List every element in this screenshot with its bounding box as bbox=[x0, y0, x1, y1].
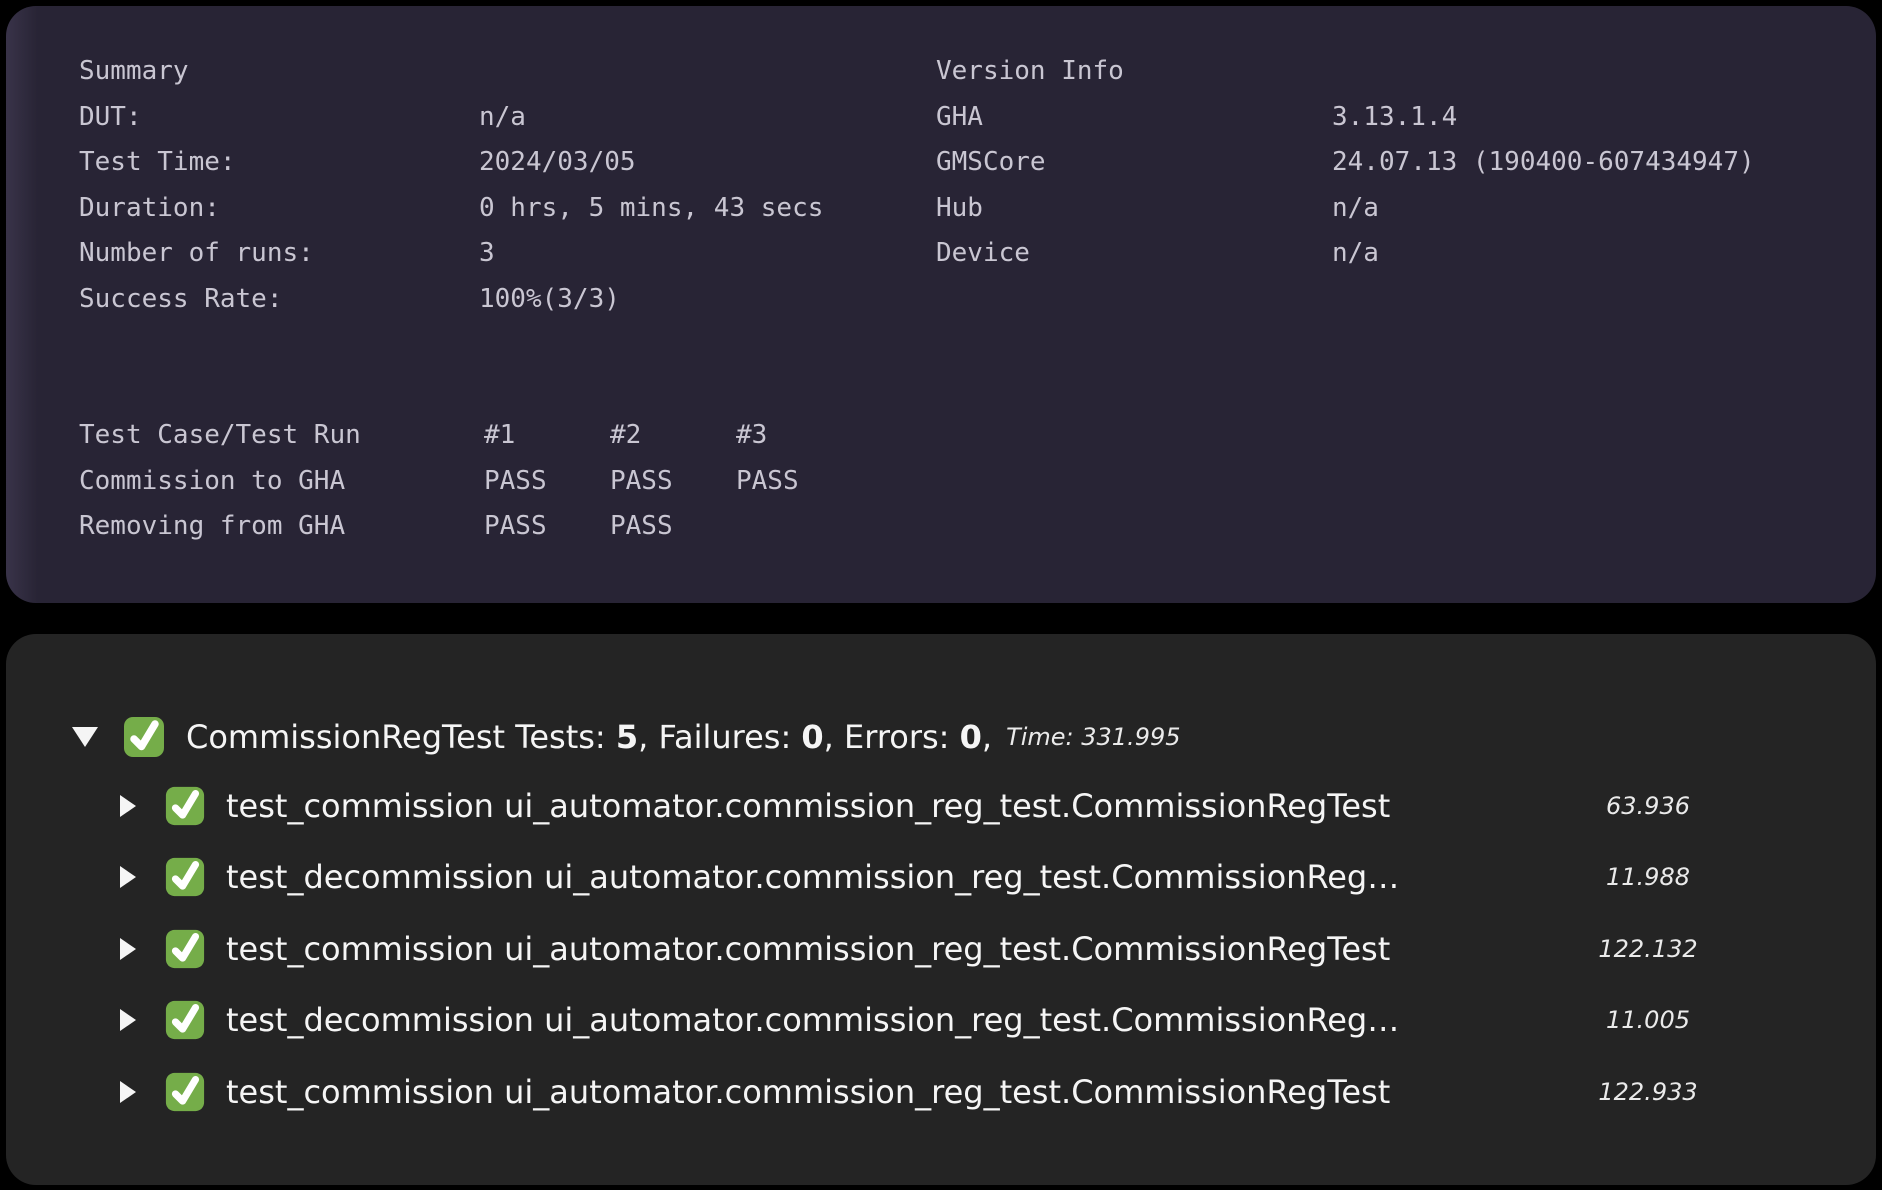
summary-label: Number of runs: bbox=[79, 231, 479, 277]
pass-check-icon bbox=[164, 928, 206, 970]
run-column-1: #1 bbox=[484, 413, 610, 459]
pass-check-icon bbox=[164, 1071, 206, 1113]
summary-label: DUT: bbox=[79, 95, 479, 141]
version-value: n/a bbox=[1332, 231, 1379, 277]
tests-count: 5 bbox=[616, 718, 638, 756]
summary-row-duration: Duration: 0 hrs, 5 mins, 43 secs bbox=[79, 186, 936, 232]
results-panel: CommissionRegTest Tests: 5, Failures: 0,… bbox=[6, 634, 1876, 1185]
summary-value: 100%(3/3) bbox=[479, 277, 620, 323]
test-row[interactable]: test_decommission ui_automator.commissio… bbox=[6, 842, 1876, 914]
test-row[interactable]: test_commission ui_automator.commission_… bbox=[6, 770, 1876, 842]
version-value: 24.07.13 (190400-607434947) bbox=[1332, 140, 1755, 186]
test-time: 11.005 bbox=[1588, 1006, 1708, 1034]
pass-check-icon bbox=[164, 999, 206, 1041]
pass-check-icon bbox=[164, 856, 206, 898]
summary-value: 3 bbox=[479, 231, 495, 277]
version-row-hub: Hub n/a bbox=[936, 186, 1876, 232]
version-label: Hub bbox=[936, 186, 1332, 232]
test-name: test_commission ui_automator.commission_… bbox=[226, 930, 1390, 968]
errors-count: 0 bbox=[960, 718, 982, 756]
test-row[interactable]: test_commission ui_automator.commission_… bbox=[6, 913, 1876, 985]
test-time: 122.933 bbox=[1588, 1078, 1708, 1106]
summary-row-number-of-runs: Number of runs: 3 bbox=[79, 231, 936, 277]
failures-count: 0 bbox=[801, 718, 823, 756]
version-value: n/a bbox=[1332, 186, 1379, 232]
test-name: test_decommission ui_automator.commissio… bbox=[226, 1001, 1399, 1039]
result-cell: PASS bbox=[610, 459, 736, 505]
version-label: GMSCore bbox=[936, 140, 1332, 186]
pass-check-icon bbox=[164, 785, 206, 827]
run-column-2: #2 bbox=[610, 413, 736, 459]
caret-down-icon[interactable] bbox=[72, 727, 98, 747]
summary-value: 2024/03/05 bbox=[479, 140, 636, 186]
version-row-gha: GHA 3.13.1.4 bbox=[936, 95, 1876, 141]
caret-right-icon[interactable] bbox=[120, 866, 136, 888]
version-info-section: Version Info GHA 3.13.1.4 GMSCore 24.07.… bbox=[936, 49, 1876, 322]
trailing-comma: , bbox=[982, 718, 992, 756]
summary-title: Summary bbox=[79, 49, 479, 95]
test-row[interactable]: test_commission ui_automator.commission_… bbox=[6, 1056, 1876, 1128]
run-table-row-removing: Removing from GHA PASS PASS bbox=[79, 504, 1876, 550]
version-label: Device bbox=[936, 231, 1332, 277]
summary-value: n/a bbox=[479, 95, 526, 141]
caret-right-icon[interactable] bbox=[120, 1009, 136, 1031]
screen-root: Summary DUT: n/a Test Time: 2024/03/05 D… bbox=[0, 0, 1882, 1190]
run-column-3: #3 bbox=[736, 413, 862, 459]
suite-header-row[interactable]: CommissionRegTest Tests: 5, Failures: 0,… bbox=[6, 704, 1876, 770]
tests-label: Tests: bbox=[505, 718, 616, 756]
summary-section: Summary DUT: n/a Test Time: 2024/03/05 D… bbox=[79, 49, 936, 322]
version-info-title: Version Info bbox=[936, 49, 1332, 95]
test-name: test_commission ui_automator.commission_… bbox=[226, 787, 1390, 825]
summary-row-dut: DUT: n/a bbox=[79, 95, 936, 141]
test-time: 63.936 bbox=[1588, 792, 1708, 820]
test-run-table: Test Case/Test Run #1 #2 #3 Commission t… bbox=[79, 413, 1876, 550]
version-label: GHA bbox=[936, 95, 1332, 141]
caret-right-icon[interactable] bbox=[120, 1081, 136, 1103]
result-cell: PASS bbox=[484, 504, 610, 550]
result-cell: PASS bbox=[610, 504, 736, 550]
result-cell: PASS bbox=[736, 459, 862, 505]
result-cell bbox=[736, 504, 862, 550]
pass-check-icon bbox=[122, 715, 166, 759]
suite-name: CommissionRegTest bbox=[186, 718, 505, 756]
test-case-label: Removing from GHA bbox=[79, 504, 484, 550]
test-row[interactable]: test_decommission ui_automator.commissio… bbox=[6, 985, 1876, 1057]
version-row-gmscore: GMSCore 24.07.13 (190400-607434947) bbox=[936, 140, 1876, 186]
test-case-label: Commission to GHA bbox=[79, 459, 484, 505]
summary-panel: Summary DUT: n/a Test Time: 2024/03/05 D… bbox=[6, 6, 1876, 603]
test-name: test_commission ui_automator.commission_… bbox=[226, 1073, 1390, 1111]
summary-row-success-rate: Success Rate: 100%(3/3) bbox=[79, 277, 936, 323]
errors-label: , Errors: bbox=[824, 718, 960, 756]
summary-label: Success Rate: bbox=[79, 277, 479, 323]
failures-label: , Failures: bbox=[638, 718, 801, 756]
version-value: 3.13.1.4 bbox=[1332, 95, 1457, 141]
caret-right-icon[interactable] bbox=[120, 938, 136, 960]
suite-time: Time: 331.995 bbox=[1006, 723, 1180, 751]
summary-label: Test Time: bbox=[79, 140, 479, 186]
run-table-row-commission: Commission to GHA PASS PASS PASS bbox=[79, 459, 1876, 505]
run-table-header: Test Case/Test Run #1 #2 #3 bbox=[79, 413, 1876, 459]
test-time: 122.132 bbox=[1588, 935, 1708, 963]
summary-row-test-time: Test Time: 2024/03/05 bbox=[79, 140, 936, 186]
summary-label: Duration: bbox=[79, 186, 479, 232]
summary-value: 0 hrs, 5 mins, 43 secs bbox=[479, 186, 823, 232]
version-row-device: Device n/a bbox=[936, 231, 1876, 277]
result-cell: PASS bbox=[484, 459, 610, 505]
caret-right-icon[interactable] bbox=[120, 795, 136, 817]
run-table-header-label: Test Case/Test Run bbox=[79, 413, 484, 459]
test-name: test_decommission ui_automator.commissio… bbox=[226, 858, 1399, 896]
test-time: 11.988 bbox=[1588, 863, 1708, 891]
